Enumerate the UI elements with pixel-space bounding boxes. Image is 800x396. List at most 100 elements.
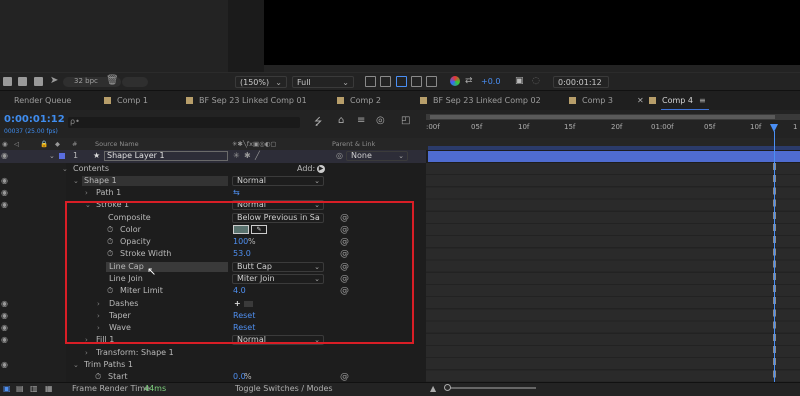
eye-icon[interactable]: ◉ bbox=[1, 199, 8, 211]
project-panel bbox=[0, 0, 228, 72]
layer-name[interactable]: Shape Layer 1 bbox=[104, 151, 228, 161]
shy-switch-icon[interactable]: ✳ bbox=[233, 150, 240, 162]
shy-layers-icon[interactable]: ≡ bbox=[357, 115, 365, 126]
twirl-down-icon[interactable]: ⌄ bbox=[73, 359, 79, 371]
timeline-zoom-slider[interactable] bbox=[446, 387, 536, 389]
modes-icon[interactable]: ▥ bbox=[30, 384, 38, 393]
tab-bf-linked-comp-01[interactable]: BF Sep 23 Linked Comp 01 bbox=[186, 91, 307, 111]
trash-icon[interactable]: 🗑 bbox=[106, 75, 119, 86]
eye-icon[interactable]: ◉ bbox=[1, 359, 8, 371]
mask-visibility-icon[interactable] bbox=[411, 76, 422, 87]
start-row[interactable]: ⏱ Start 0.0 % @ bbox=[0, 371, 426, 382]
eye-icon[interactable]: ◉ bbox=[1, 175, 8, 187]
channel-icon[interactable] bbox=[450, 76, 460, 86]
in-out-icon[interactable]: ▦ bbox=[45, 384, 53, 393]
toggle-switches-modes[interactable]: Toggle Switches / Modes bbox=[235, 384, 333, 393]
layer-duration-bar[interactable] bbox=[428, 151, 800, 162]
expression-spiral-icon[interactable]: @ bbox=[340, 371, 349, 382]
chevron-down-icon: ⌄ bbox=[275, 78, 282, 87]
guides-icon[interactable] bbox=[426, 76, 437, 87]
viewer-timecode-value: 0:00:01:12 bbox=[558, 78, 602, 87]
panel-menu-icon[interactable]: ≡ bbox=[699, 91, 706, 111]
zoom-out-icon[interactable]: ▲ bbox=[430, 384, 436, 393]
region-of-interest-icon[interactable] bbox=[396, 76, 407, 87]
exposure-reset-icon[interactable]: ⇄ bbox=[465, 76, 473, 86]
audio-icon[interactable]: ◁ bbox=[14, 140, 19, 148]
current-time-display[interactable]: 0:00:01:12 bbox=[4, 114, 65, 125]
ruler-tick: :00f bbox=[426, 123, 440, 131]
show-snapshot-icon[interactable]: ◌ bbox=[532, 76, 540, 86]
quality-slash-icon[interactable]: ╱ bbox=[255, 150, 260, 162]
path1-row[interactable]: ◉ › Path 1 ⇆ bbox=[0, 187, 426, 199]
quality-switch-icon[interactable]: ✱ bbox=[244, 150, 251, 162]
viewer-edge bbox=[264, 65, 800, 72]
comp-swatch-icon bbox=[569, 97, 576, 104]
layer-row[interactable]: ◉ ⌄ 1 ★ Shape Layer 1 ✳ ✱ ╱ ◎ None ⌄ bbox=[0, 150, 426, 162]
tab-render-queue[interactable]: Render Queue bbox=[14, 91, 71, 111]
twirl-down-icon[interactable]: ⌄ bbox=[73, 175, 79, 187]
tab-comp-1[interactable]: Comp 1 bbox=[104, 91, 148, 111]
shape1-row[interactable]: ◉ ⌄ Shape 1 Normal ⌄ bbox=[0, 175, 426, 187]
add-play-icon[interactable]: ▶ bbox=[317, 165, 325, 173]
interpret-footage-icon[interactable] bbox=[3, 77, 12, 86]
twirl-down-icon[interactable]: ⌄ bbox=[49, 150, 55, 162]
comp-flowchart-icon[interactable]: ▣ bbox=[3, 384, 11, 393]
work-area-range[interactable] bbox=[430, 115, 775, 119]
new-folder-icon[interactable] bbox=[18, 77, 27, 86]
exposure-value[interactable]: +0.0 bbox=[481, 77, 500, 86]
frame-render-time-value: 44ms bbox=[144, 384, 167, 393]
eye-icon[interactable]: ◉ bbox=[1, 322, 8, 334]
timeline-zoom-knob[interactable] bbox=[444, 384, 451, 391]
project-scroll[interactable] bbox=[122, 77, 148, 87]
fast-previews-icon[interactable] bbox=[365, 76, 376, 87]
tab-comp-2[interactable]: Comp 2 bbox=[337, 91, 381, 111]
switches-column-icons[interactable]: ✳✱╲fx▣◎◐▢ bbox=[232, 140, 277, 148]
layer-search-input[interactable] bbox=[68, 117, 300, 128]
source-name-column[interactable]: Source Name bbox=[95, 140, 139, 148]
tab-comp-3[interactable]: Comp 3 bbox=[569, 91, 613, 111]
close-tab-icon[interactable]: ✕ bbox=[637, 91, 644, 111]
viewer-timecode[interactable]: 0:00:01:12 bbox=[553, 76, 609, 88]
path-direction-icon[interactable]: ⇆ bbox=[233, 189, 240, 197]
shape1-label[interactable]: Shape 1 bbox=[84, 175, 117, 187]
trim-paths1-row[interactable]: ◉ ⌄ Trim Paths 1 bbox=[0, 359, 426, 371]
composition-mini-flowchart-icon[interactable]: ⭍ bbox=[314, 115, 322, 132]
flowchart-icon[interactable]: ➤ bbox=[50, 75, 58, 86]
resolution-dropdown[interactable]: Full ⌄ bbox=[292, 76, 354, 88]
eye-icon[interactable]: ◉ bbox=[1, 150, 8, 162]
parent-pickwhip-icon[interactable]: ◎ bbox=[336, 150, 343, 162]
draft-3d-icon[interactable]: ⌂ bbox=[338, 115, 344, 126]
label-tag-icon[interactable]: ◆ bbox=[55, 140, 60, 148]
composition-viewer[interactable] bbox=[264, 0, 800, 65]
layer-switches-icon[interactable]: ▤ bbox=[16, 384, 24, 393]
bpc-label[interactable]: 32 bpc bbox=[74, 77, 98, 85]
twirl-down-icon[interactable]: ⌄ bbox=[62, 163, 68, 175]
lock-icon[interactable]: 🔒 bbox=[40, 140, 48, 148]
tab-bf-linked-comp-02[interactable]: BF Sep 23 Linked Comp 02 bbox=[420, 91, 541, 111]
new-composition-icon[interactable] bbox=[34, 77, 43, 86]
start-label: Start bbox=[108, 372, 128, 381]
contents-row[interactable]: ⌄ Contents Add: ▶ bbox=[0, 163, 426, 175]
stopwatch-icon[interactable]: ⏱ bbox=[95, 371, 101, 382]
label-color-icon[interactable] bbox=[59, 153, 65, 159]
motion-blur-icon[interactable]: ◎ bbox=[376, 115, 385, 126]
zoom-dropdown[interactable]: (150%) ⌄ bbox=[235, 76, 287, 88]
trim-paths1-label[interactable]: Trim Paths 1 bbox=[84, 359, 133, 371]
graph-editor-icon[interactable]: ◰ bbox=[401, 115, 410, 126]
parent-dropdown[interactable]: None ⌄ bbox=[346, 151, 408, 161]
eye-icon[interactable]: ◉ bbox=[1, 334, 8, 346]
current-time-indicator[interactable] bbox=[774, 131, 775, 383]
eye-icon[interactable]: ◉ bbox=[1, 310, 8, 322]
path1-label[interactable]: Path 1 bbox=[96, 187, 121, 199]
av-features-eye-icon[interactable]: ◉ bbox=[2, 140, 8, 148]
eye-icon[interactable]: ◉ bbox=[1, 187, 8, 199]
transform-shape1-row[interactable]: › Transform: Shape 1 bbox=[0, 347, 426, 359]
transparency-grid-icon[interactable] bbox=[380, 76, 391, 87]
twirl-right-icon[interactable]: › bbox=[85, 187, 88, 199]
shape1-blend-dropdown[interactable]: Normal ⌄ bbox=[232, 176, 324, 186]
eye-icon[interactable]: ◉ bbox=[1, 298, 8, 310]
transform-shape1-label[interactable]: Transform: Shape 1 bbox=[96, 347, 174, 359]
twirl-right-icon[interactable]: › bbox=[85, 347, 88, 359]
camera-icon[interactable]: ▣ bbox=[515, 76, 524, 86]
timeline-tracks[interactable] bbox=[426, 163, 800, 382]
